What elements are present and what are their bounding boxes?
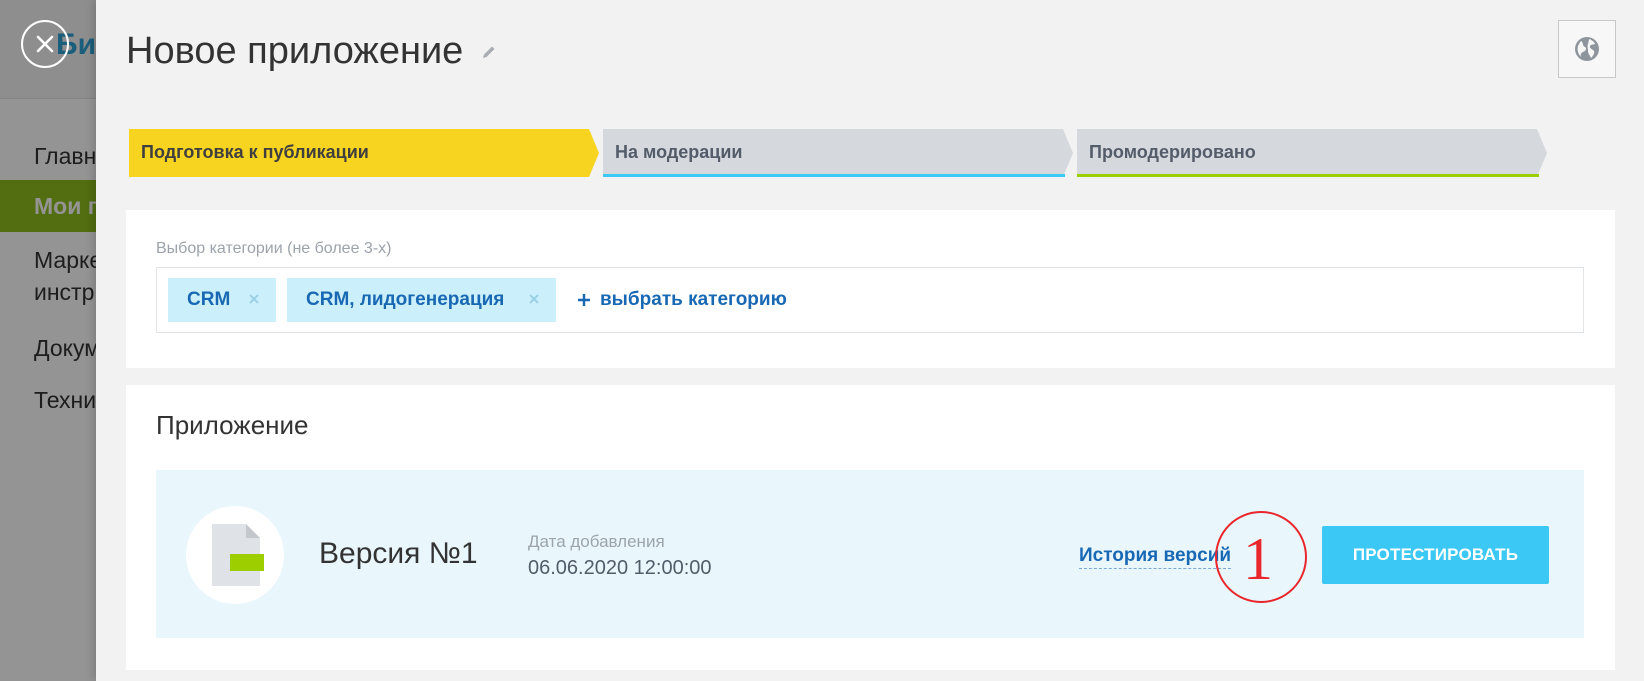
page-title: Новое приложение — [126, 30, 464, 72]
date-added-value: 06.06.2020 12:00:00 — [528, 557, 712, 579]
callout-number: 1 — [1243, 526, 1273, 592]
category-tag-label: CRM, лидогенерация — [306, 289, 505, 310]
stage-label: Промодерировано — [1089, 142, 1256, 162]
date-added-label: Дата добавления — [528, 532, 665, 551]
category-tag-label: CRM — [187, 289, 231, 310]
category-label: Выбор категории (не более 3-х) — [156, 240, 392, 257]
callout-marker: 1 — [1215, 511, 1307, 603]
app-slider-panel: Новое приложение Подготовка к публикации… — [96, 0, 1644, 681]
file-icon-circle — [186, 506, 284, 604]
remove-tag-button[interactable] — [524, 289, 544, 309]
category-card: Выбор категории (не более 3-х) CRM CRM, … — [126, 210, 1615, 368]
category-tag: CRM — [168, 278, 276, 322]
add-category-label: выбрать категорию — [600, 289, 787, 310]
remove-tag-icon — [529, 294, 539, 304]
category-selector[interactable]: CRM CRM, лидогенерация выбрать категорию — [156, 267, 1584, 333]
language-button[interactable] — [1558, 20, 1616, 78]
stage-moderated[interactable]: Промодерировано — [1077, 129, 1549, 177]
version-history-link[interactable]: История версий — [1079, 544, 1232, 569]
close-slider-button[interactable] — [21, 20, 69, 68]
test-app-button[interactable]: ПРОТЕСТИРОВАТЬ — [1322, 526, 1549, 584]
remove-tag-button[interactable] — [244, 289, 264, 309]
title-row: Новое приложение — [126, 28, 497, 74]
stage-moderation[interactable]: На модерации — [603, 129, 1075, 177]
category-tag: CRM, лидогенерация — [287, 278, 556, 322]
remove-tag-icon — [249, 294, 259, 304]
pencil-icon[interactable] — [481, 44, 497, 60]
stage-preparation[interactable]: Подготовка к публикации — [129, 129, 601, 177]
stage-label: Подготовка к публикации — [141, 142, 369, 162]
stage-label: На модерации — [615, 142, 743, 162]
add-category-link[interactable]: выбрать категорию — [577, 278, 787, 322]
globe-icon — [1575, 37, 1599, 61]
file-icon — [212, 524, 264, 586]
publication-stages: Подготовка к публикации На модерации Про… — [129, 129, 1615, 177]
plus-icon — [578, 294, 590, 306]
close-icon — [36, 35, 54, 53]
version-name: Версия №1 — [319, 537, 478, 570]
version-row: Версия №1 Дата добавления 06.06.2020 12:… — [156, 470, 1584, 638]
application-card: Приложение Версия №1 Дата добавления 06.… — [126, 385, 1615, 670]
application-section-title: Приложение — [156, 410, 309, 440]
